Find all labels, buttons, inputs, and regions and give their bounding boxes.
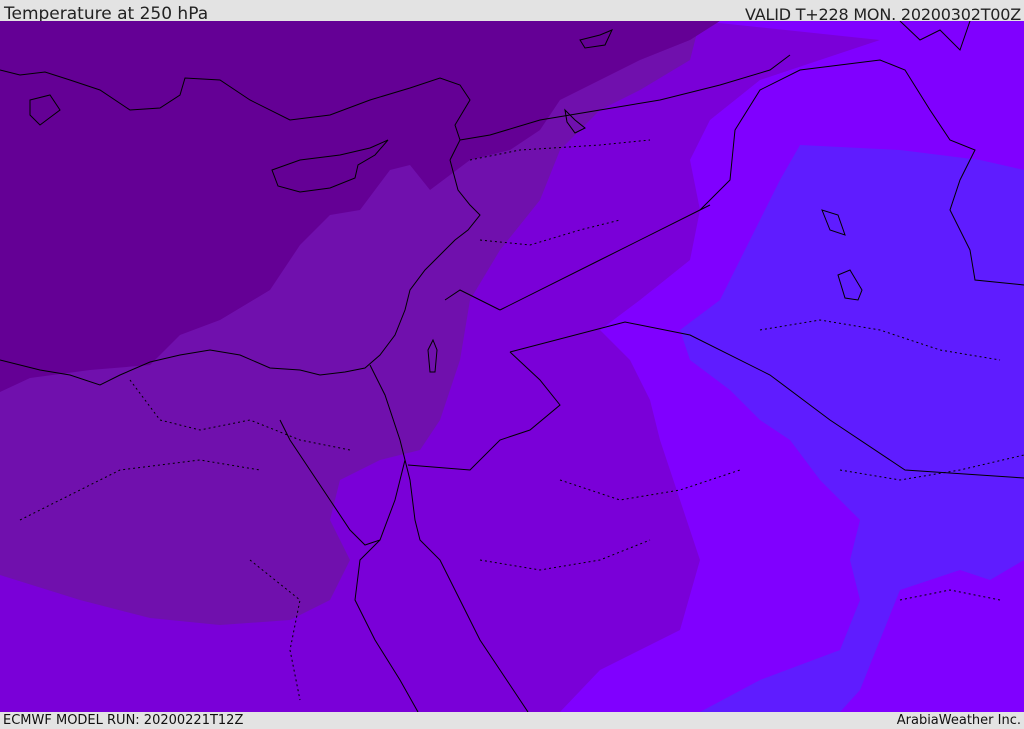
model-run-label: ECMWF MODEL RUN: 20200221T12Z xyxy=(3,713,244,728)
header-bar: Temperature at 250 hPa VALID T+228 MON. … xyxy=(0,0,1024,24)
footer-bar: ECMWF MODEL RUN: 20200221T12Z ArabiaWeat… xyxy=(0,712,1024,729)
weather-map[interactable] xyxy=(0,21,1024,712)
credit-label: ArabiaWeather Inc. xyxy=(896,713,1021,728)
temperature-field-svg xyxy=(0,21,1024,712)
